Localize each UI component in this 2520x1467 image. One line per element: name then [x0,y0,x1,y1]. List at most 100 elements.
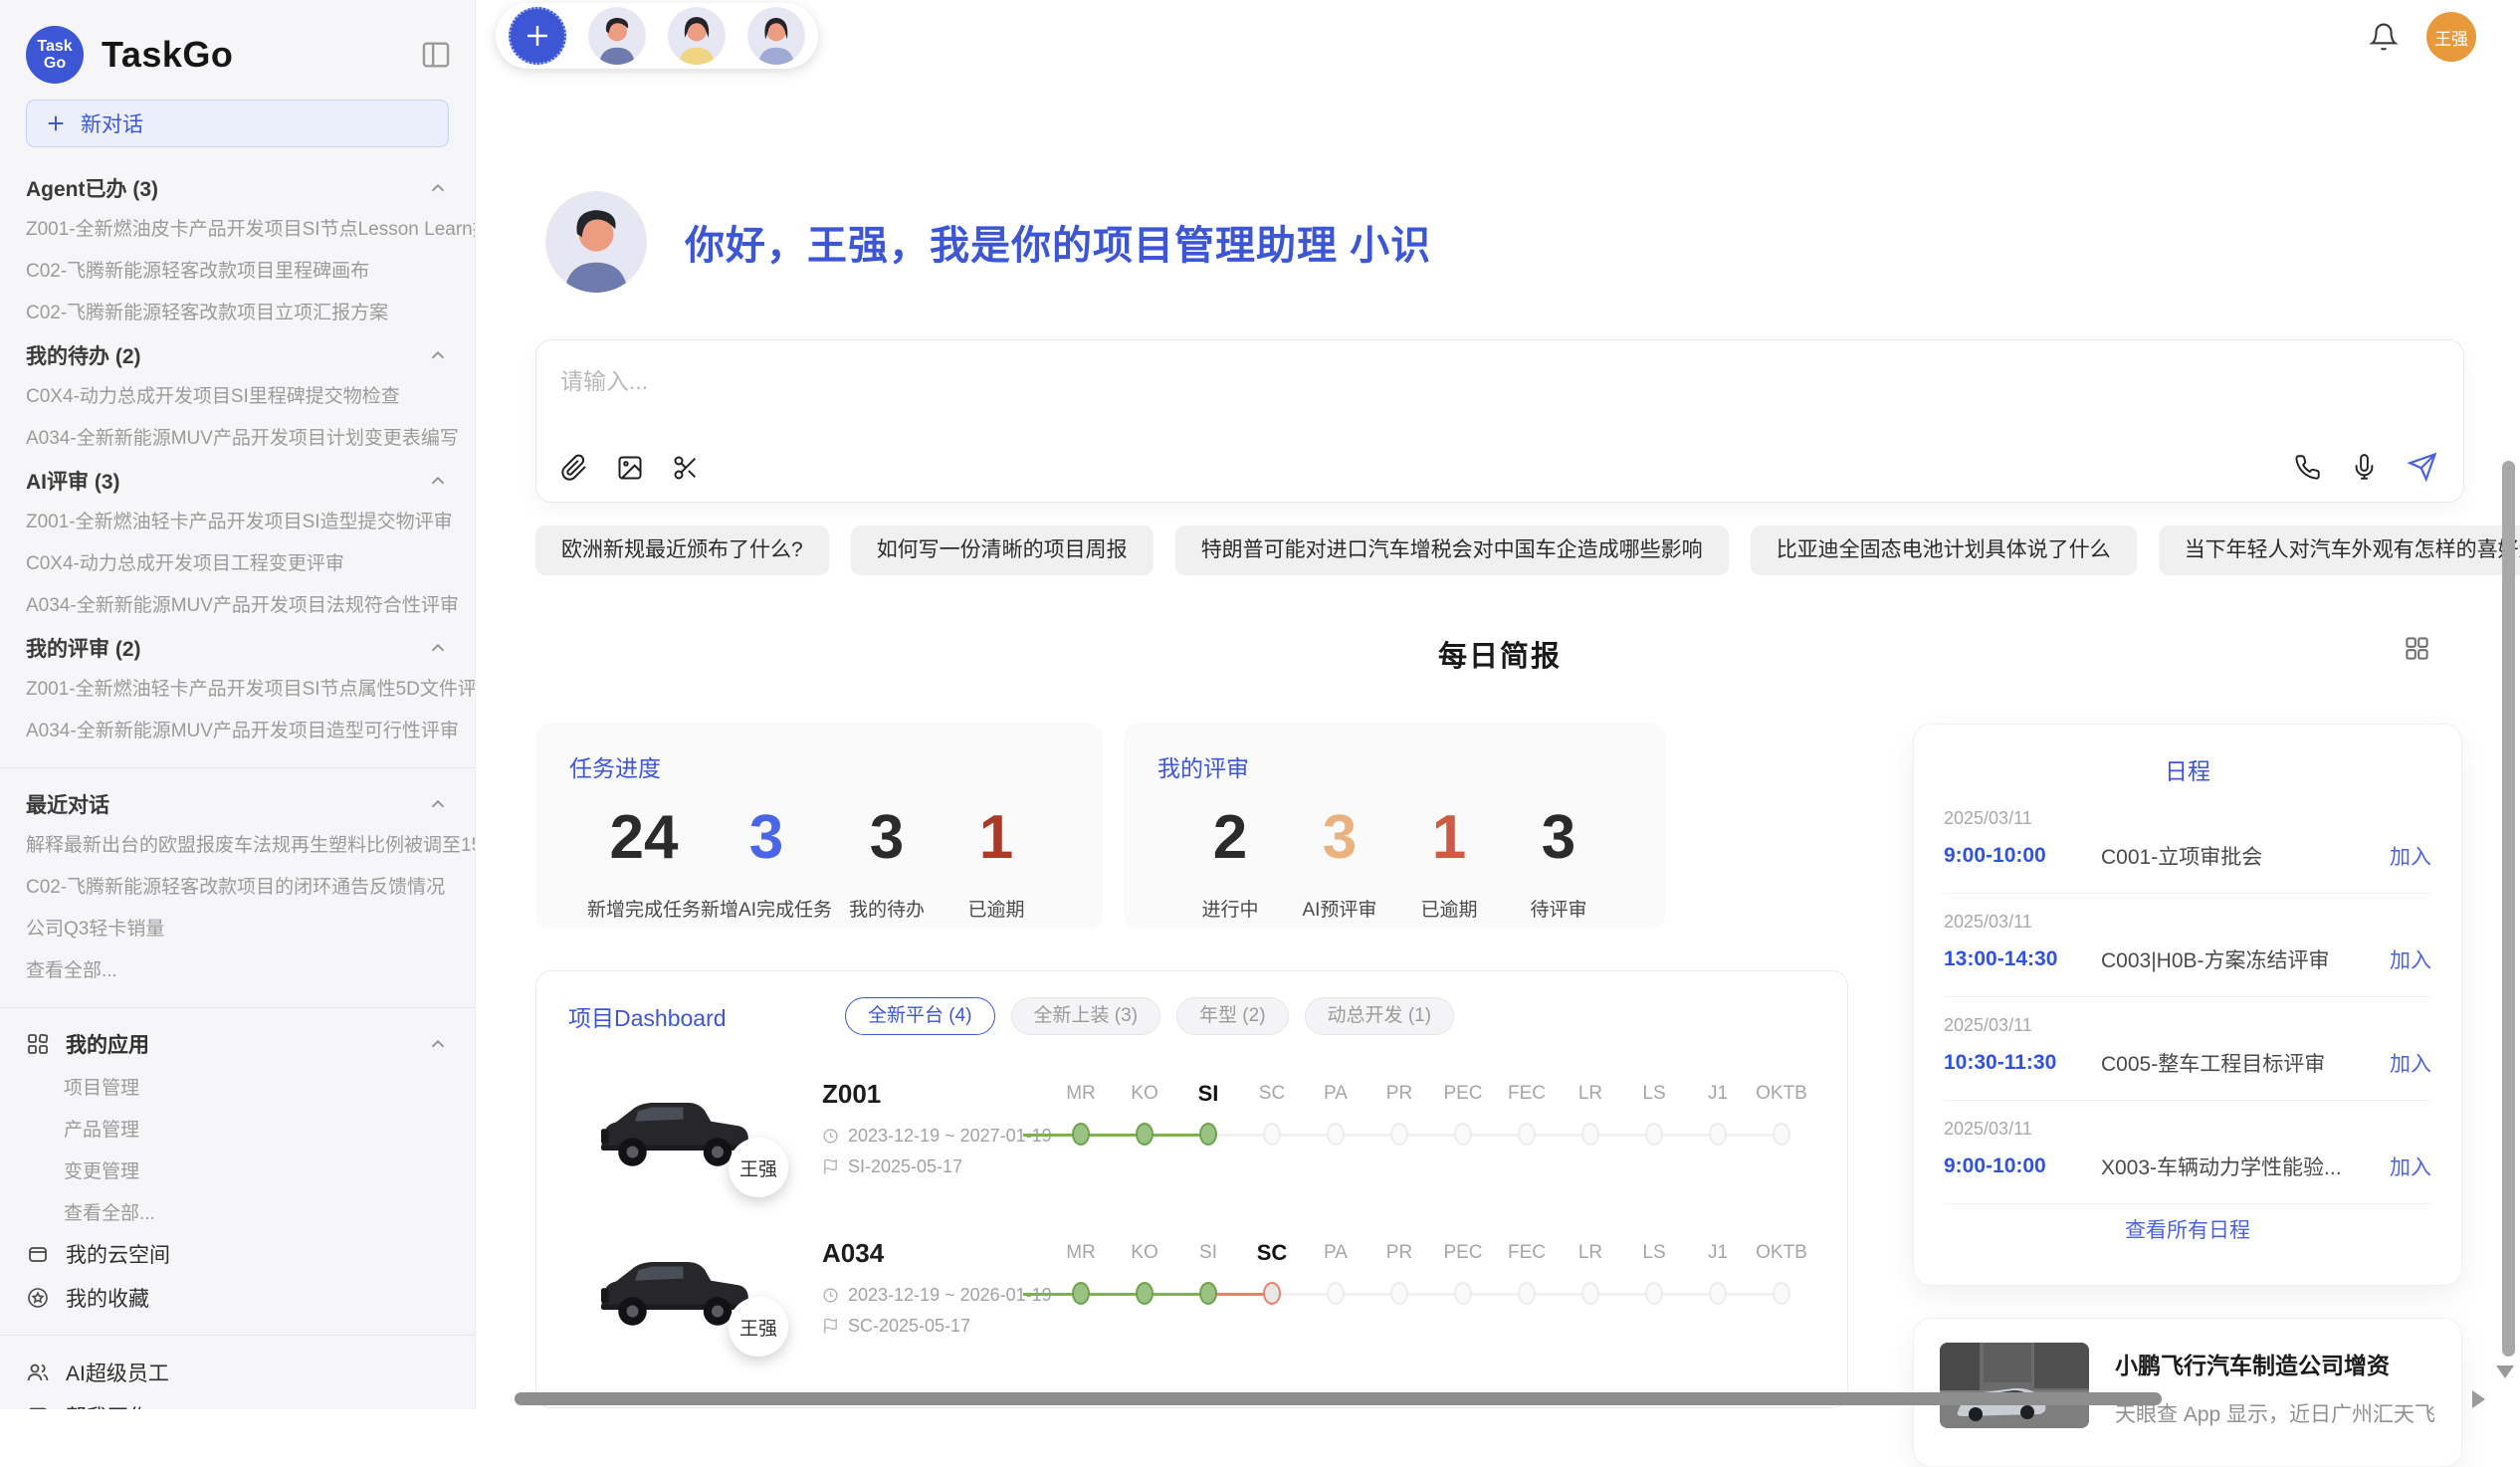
recent-chat-item[interactable]: C02-飞腾新能源轻客改款项目的闭环通告反馈情况 [26,867,445,909]
chevron-up-icon[interactable] [427,793,449,815]
chevron-up-icon[interactable] [427,637,449,659]
app-logo: Task Go [26,26,84,84]
recent-chat-item[interactable]: 公司Q3轻卡销量 [26,909,164,950]
suggestion-chip[interactable]: 当下年轻人对汽车外观有怎样的喜好趋势 [2159,525,2520,575]
apps-view-all-link[interactable]: 查看全部... [0,1190,475,1232]
attachment-icon[interactable] [560,454,588,482]
chevron-up-icon[interactable] [427,1033,449,1055]
chevron-up-icon[interactable] [427,177,449,199]
chevron-up-icon[interactable] [427,344,449,366]
send-icon[interactable] [2408,452,2437,482]
milestone-label: PA [1304,1240,1367,1266]
agent-avatar[interactable] [747,7,805,65]
sidebar-task-item[interactable]: A034-全新新能源MUV产品开发项目法规符合性评审 [26,585,459,627]
sidebar-task-item[interactable]: Z001-全新燃油轻卡产品开发项目SI造型提交物评审 [26,502,453,543]
schedule-card: 日程 2025/03/11 9:00-10:00 C001-立项审批会 加入 2… [1913,724,2462,1286]
image-icon[interactable] [616,454,644,482]
cloud-box-icon [26,1242,50,1266]
sidebar-task-item[interactable]: Z001-全新燃油皮卡产品开发项目SI节点Lesson Learn报告 [26,209,475,251]
sidebar-section: 我的待办 (2) C0X4-动力总成开发项目SI里程碑提交物检查 A034-全新… [0,334,475,460]
scroll-right-arrow-icon[interactable] [2472,1390,2485,1408]
event-date: 2025/03/11 [1944,912,2431,933]
milestone-label: PR [1367,1081,1431,1107]
stat-label: 进行中 [1175,895,1285,922]
help-write-label: 帮我写作 [66,1401,149,1409]
user-avatar[interactable]: 王强 [2426,12,2476,62]
sidebar-header: Task Go TaskGo [0,24,475,86]
milestone-dot [1072,1282,1090,1305]
suggestion-chip[interactable]: 如何写一份清晰的项目周报 [851,525,1154,575]
sidebar-task-item[interactable]: C0X4-动力总成开发项目工程变更评审 [26,543,344,585]
sidebar-task-item[interactable]: C02-飞腾新能源轻客改款项目立项汇报方案 [26,293,388,334]
logo-text-bottom: Go [44,55,66,72]
join-link[interactable]: 加入 [2390,1048,2431,1078]
new-chat-button[interactable]: 新对话 [26,100,449,147]
milestone-label: LR [1559,1240,1622,1266]
join-link[interactable]: 加入 [2390,944,2431,974]
agent-avatar[interactable] [588,7,646,65]
dashboard-filter-chip[interactable]: 年型 (2) [1176,997,1289,1035]
sidebar-item-ai-employee[interactable]: AI超级员工 [0,1351,475,1394]
new-chat-label: 新对话 [81,108,143,138]
vertical-scrollbar[interactable] [2502,461,2515,1357]
sidebar-collapse-icon[interactable] [419,38,453,72]
sidebar-section-header[interactable]: 我的评审 (2) [0,627,475,669]
greeting-block: 你好，王强，我是你的项目管理助理 小识 [545,191,1431,293]
right-column: 日程 2025/03/11 9:00-10:00 C001-立项审批会 加入 2… [1913,724,2462,1467]
notification-bell-icon[interactable] [2369,22,2399,52]
project-flag-milestone: SI-2025-05-17 [848,1156,962,1177]
project-owner-badge: 王强 [729,1297,788,1357]
scroll-down-arrow-icon[interactable] [2496,1365,2514,1378]
sidebar-item-help-write[interactable]: 帮我写作 [0,1394,475,1409]
sidebar-task-item[interactable]: Z001-全新燃油轻卡产品开发项目SI节点属性5D文件评审 [26,669,475,711]
app-item[interactable]: 项目管理 [0,1065,475,1107]
chat-input[interactable] [560,368,1755,395]
suggestion-chip[interactable]: 欧洲新规最近颁布了什么? [535,525,829,575]
milestone-dot [1454,1123,1472,1146]
sidebar-task-item[interactable]: C0X4-动力总成开发项目SI里程碑提交物检查 [26,376,400,418]
sidebar-task-item[interactable]: A034-全新新能源MUV产品开发项目计划变更表编写 [26,418,459,460]
dashboard-filter-chip[interactable]: 全新平台 (4) [845,997,995,1035]
app-item[interactable]: 变更管理 [0,1149,475,1190]
sidebar-item-favorites[interactable]: 我的收藏 [0,1276,475,1320]
app-item[interactable]: 产品管理 [0,1107,475,1149]
composer-right-icons [2294,452,2437,482]
favorites-label: 我的收藏 [66,1283,149,1313]
recent-chats-header[interactable]: 最近对话 [0,783,475,825]
sidebar-section-header[interactable]: Agent已办 (3) [0,167,475,209]
join-link[interactable]: 加入 [2390,1152,2431,1181]
suggestion-chip[interactable]: 比亚迪全固态电池计划具体说了什么 [1751,525,2137,575]
recent-view-all-link[interactable]: 查看全部... [26,950,117,992]
milestone-label: PA [1304,1081,1367,1107]
stat-value: 2 [1175,805,1285,871]
schedule-view-all-link[interactable]: 查看所有日程 [1944,1204,2431,1254]
layout-grid-icon[interactable] [2404,635,2430,662]
microphone-icon[interactable] [2351,454,2378,481]
chevron-up-icon[interactable] [427,470,449,492]
sidebar-task-item[interactable]: C02-飞腾新能源轻客改款项目里程碑画布 [26,251,369,293]
horizontal-scrollbar[interactable] [515,1392,2162,1405]
suggestion-chip[interactable]: 特朗普可能对进口汽车增税会对中国车企造成哪些影响 [1175,525,1729,575]
milestone-dot [1518,1123,1536,1146]
flag-icon [822,1318,839,1335]
sidebar-section-header[interactable]: 我的待办 (2) [0,334,475,376]
section-title: AI评审 [26,471,89,494]
project-row[interactable]: 王强 Z001 2023-12-19 ~ 2027-01-19 [568,1075,1847,1184]
event-time: 10:30-11:30 [1944,1051,2101,1075]
dashboard-filter-chip[interactable]: 全新上装 (3) [1011,997,1161,1035]
recent-chat-item[interactable]: 解释最新出台的欧盟报废车法规再生塑料比例被调至15%... [26,825,475,867]
stat: 3 AI预评审 [1285,805,1394,922]
phone-icon[interactable] [2294,454,2321,481]
agent-avatar[interactable] [668,7,726,65]
add-agent-button[interactable] [509,7,566,65]
sidebar-task-item[interactable]: A034-全新新能源MUV产品开发项目造型可行性评审 [26,711,459,752]
dashboard-filter-chip[interactable]: 动总开发 (1) [1305,997,1455,1035]
scissors-icon[interactable] [672,454,700,482]
join-link[interactable]: 加入 [2390,841,2431,871]
milestone-dot [1136,1123,1154,1146]
sidebar-section-header[interactable]: AI评审 (3) [0,460,475,502]
project-row[interactable]: 王强 A034 2023-12-19 ~ 2026-01-19 [568,1234,1847,1344]
stat-value: 1 [942,805,1051,871]
sidebar-item-cloud-space[interactable]: 我的云空间 [0,1232,475,1276]
my-apps-header[interactable]: 我的应用 [0,1023,475,1065]
